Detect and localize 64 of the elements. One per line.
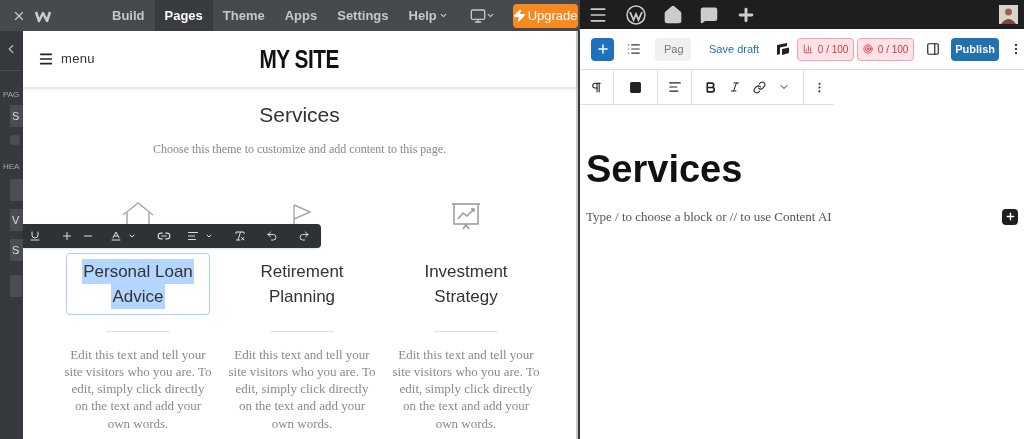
chart-icon: [802, 44, 813, 54]
avatar[interactable]: [999, 5, 1018, 24]
publish-button[interactable]: Publish: [951, 37, 1000, 61]
service-description: Edit this text and tell your site visitors who you are. To edit, simply click directly on the text and add your own words.: [392, 345, 540, 432]
text-color-icon[interactable]: [110, 230, 122, 242]
section-label: HEA: [3, 161, 21, 173]
menu-label[interactable]: menu: [61, 49, 95, 69]
monitor-icon: [469, 7, 486, 24]
target-icon: [862, 44, 873, 54]
caret-icon[interactable]: [128, 232, 136, 240]
nav-tab[interactable]: Theme: [212, 0, 275, 31]
caret-icon: [438, 11, 448, 20]
presentation-chart-icon: [449, 201, 483, 232]
save-draft-button[interactable]: Save draft: [709, 40, 760, 58]
comment-icon[interactable]: [700, 5, 718, 24]
underline-icon[interactable]: [29, 230, 41, 242]
score-badge[interactable]: 0 / 100: [857, 37, 915, 61]
undo-icon[interactable]: [266, 230, 278, 242]
sidebar-field[interactable]: [10, 179, 23, 201]
link-icon[interactable]: [753, 80, 766, 94]
nav-tab[interactable]: Build: [102, 0, 155, 31]
wordpress-logo-icon[interactable]: [626, 4, 646, 25]
site-title: MY SITE: [258, 42, 341, 76]
post-title[interactable]: Services: [586, 147, 1024, 191]
service-description: Edit this text and tell your site visitors who you are. To edit, simply click directly on the text and add your own words.: [64, 345, 212, 432]
score-badge[interactable]: 0 / 100: [797, 37, 855, 61]
section-label: PAG: [3, 89, 21, 101]
help-menu[interactable]: Help: [398, 0, 458, 31]
italic-icon[interactable]: [729, 81, 741, 93]
align-icon[interactable]: [187, 230, 199, 242]
service-title[interactable]: Investment Strategy: [394, 252, 538, 315]
caret-icon[interactable]: [205, 232, 213, 240]
menu-icon[interactable]: [38, 51, 54, 67]
plugin-logo-icon[interactable]: [776, 42, 791, 56]
align-icon[interactable]: [667, 80, 682, 94]
redo-icon[interactable]: [298, 230, 310, 242]
service-description: Edit this text and tell your site visitors who you are. To edit, simply click directly on the text and add your own words.: [228, 345, 376, 432]
plus-icon[interactable]: [61, 230, 73, 242]
sidebar-field[interactable]: V: [10, 209, 23, 231]
block-placeholder[interactable]: Type / to choose a block or // to use Content AI: [586, 207, 832, 227]
bold-icon[interactable]: [704, 80, 717, 94]
sidebar-toggle-icon[interactable]: [926, 42, 941, 56]
plus-icon: [595, 42, 610, 56]
home-icon[interactable]: [663, 4, 683, 25]
service-title[interactable]: Retirement Planning: [230, 252, 374, 315]
sidebar-field[interactable]: S: [10, 239, 23, 261]
nav-tab[interactable]: Pages: [154, 0, 213, 31]
page-subtitle: Choose this theme to customize and add content to this page.: [152, 140, 447, 158]
link-icon[interactable]: [157, 229, 171, 243]
service-title[interactable]: Personal Loan Advice: [66, 252, 210, 315]
clear-format-icon[interactable]: [234, 230, 246, 242]
plus-icon: [1004, 211, 1016, 223]
lightning-icon: [512, 9, 526, 22]
paragraph-icon[interactable]: [590, 80, 603, 94]
list-view-icon[interactable]: [627, 42, 641, 56]
device-preview-button[interactable]: [469, 7, 495, 24]
select-block-icon[interactable]: [629, 80, 642, 94]
nav-tab[interactable]: Apps: [274, 0, 328, 31]
nav-tab[interactable]: Settings: [327, 0, 399, 31]
page-heading: Services: [258, 102, 341, 128]
add-block-button[interactable]: [1002, 208, 1018, 225]
sidebar-field[interactable]: S: [10, 105, 23, 127]
caret-icon: [485, 11, 495, 20]
page-field[interactable]: Pag: [655, 37, 691, 61]
